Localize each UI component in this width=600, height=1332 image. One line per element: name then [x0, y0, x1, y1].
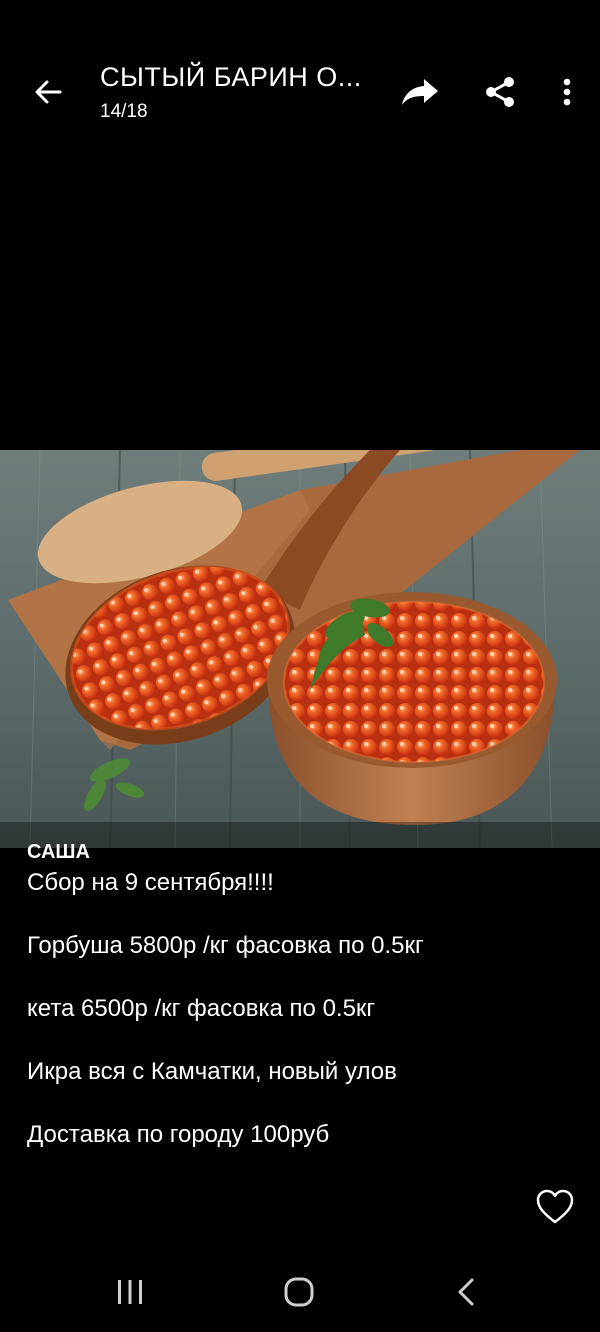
chevron-left-icon — [458, 1278, 474, 1306]
caption-line: Горбуша 5800р /кг фасовка по 0.5кг — [27, 932, 424, 959]
caviar-photo[interactable] — [0, 450, 600, 848]
album-title: СЫТЫЙ БАРИН О... — [100, 62, 362, 92]
arrow-left-icon — [35, 80, 62, 104]
recent-apps-button[interactable] — [100, 1270, 160, 1314]
share-button[interactable] — [478, 70, 522, 114]
top-bar: СЫТЫЙ БАРИН О... 14/18 — [0, 0, 600, 150]
caption-line: кета 6500р /кг фасовка по 0.5кг — [27, 995, 376, 1022]
caption-line: Икра вся с Камчатки, новый улов — [27, 1058, 397, 1085]
home-icon — [284, 1277, 314, 1307]
like-button[interactable] — [535, 1188, 575, 1226]
back-nav-button[interactable] — [436, 1270, 496, 1314]
more-vertical-icon — [563, 78, 571, 106]
post-caption: САША Сбор на 9 сентября!!!! Горбуша 5800… — [27, 838, 587, 1152]
recent-apps-icon — [118, 1280, 142, 1304]
caption-line: Сбор на 9 сентября!!!! — [27, 869, 274, 896]
heart-icon — [536, 1189, 574, 1224]
system-navigation-bar — [0, 1250, 600, 1332]
photo-counter: 14/18 — [100, 101, 148, 122]
back-button[interactable] — [28, 72, 68, 112]
forward-share-icon — [402, 79, 438, 105]
author-name: САША — [27, 841, 90, 863]
caption-line: Доставка по городу 100руб — [27, 1121, 330, 1148]
home-button[interactable] — [269, 1270, 329, 1314]
share-icon — [486, 77, 514, 107]
forward-button[interactable] — [398, 70, 442, 114]
caviar-illustration — [0, 450, 600, 848]
more-options-button[interactable] — [545, 70, 589, 114]
